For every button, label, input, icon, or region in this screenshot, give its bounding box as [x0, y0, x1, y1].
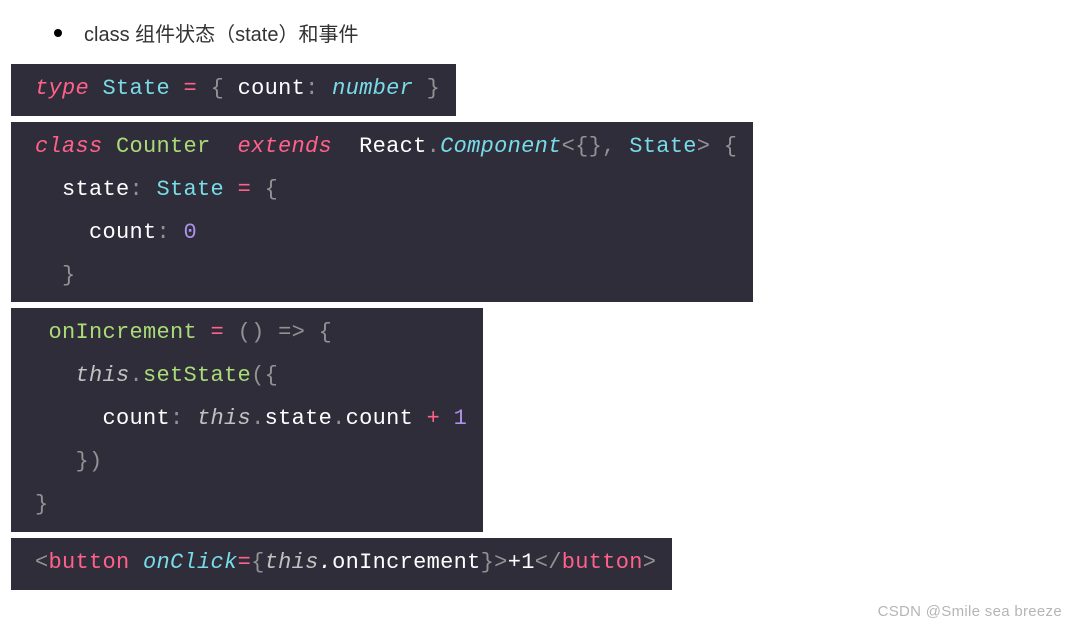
heading-text: class 组件状态（state）和事件 [84, 18, 358, 47]
class-name-counter: Counter [103, 134, 225, 159]
comma: , [602, 134, 629, 159]
jsx-close-gt: > [643, 550, 657, 575]
generic-close: > [697, 134, 711, 159]
punct-colon: : [305, 76, 332, 101]
section-heading: class 组件状态（state）和事件 [0, 0, 1080, 61]
jsx-text: +1 [508, 550, 535, 575]
rbrace: } [62, 263, 76, 288]
indent [35, 263, 62, 288]
type-name-state: State [103, 76, 171, 101]
code-block-method: onIncrement = () => { this.setState({ co… [11, 308, 483, 531]
prop-count: count [89, 220, 157, 245]
method-setstate: setState [143, 363, 251, 388]
indent [35, 320, 49, 345]
operator-eq: = [170, 76, 211, 101]
rbrace: } [76, 449, 90, 474]
number-one: 1 [454, 406, 468, 431]
bullet-icon [54, 29, 62, 37]
code-block-jsx: <button onClick={this.onIncrement}>+1</b… [11, 538, 672, 590]
indent [35, 177, 62, 202]
dot: . [319, 550, 333, 575]
keyword-this: this [265, 550, 319, 575]
prop-count: count [224, 76, 305, 101]
tag-button: button [49, 550, 130, 575]
keyword-this: this [76, 363, 130, 388]
prop-count: count [346, 406, 414, 431]
colon: : [130, 177, 157, 202]
open-brace: { [710, 134, 737, 159]
indent [35, 406, 103, 431]
space [130, 550, 144, 575]
jsx-lt: < [35, 550, 49, 575]
indent [35, 449, 76, 474]
empty-obj: {} [575, 134, 602, 159]
jsx-rbrace: } [481, 550, 495, 575]
lbrace: { [265, 177, 279, 202]
generic-open: < [562, 134, 576, 159]
watermark: CSDN @Smile sea breeze [878, 603, 1062, 620]
lbrace: { [265, 363, 279, 388]
jsx-gt: > [494, 550, 508, 575]
eq: = [238, 550, 252, 575]
method-onincrement: onIncrement [49, 320, 198, 345]
arrow: => [265, 320, 319, 345]
operator-eq: = [197, 320, 238, 345]
jsx-close-lt: </ [535, 550, 562, 575]
rbrace-outer: } [35, 492, 49, 517]
prop-state: state [62, 177, 130, 202]
jsx-lbrace: { [251, 550, 265, 575]
tag-button-close: button [562, 550, 643, 575]
lparen: ( [251, 363, 265, 388]
operator-eq: = [224, 177, 265, 202]
lbrace: { [319, 320, 333, 345]
type-number: number [332, 76, 413, 101]
indent [35, 220, 89, 245]
colon: : [170, 406, 197, 431]
prop-count: count [103, 406, 171, 431]
parens: () [238, 320, 265, 345]
dot: . [332, 406, 346, 431]
keyword-type: type [35, 76, 89, 101]
code-block-type-alias: type State = { count: number } [11, 64, 456, 116]
rparen: ) [89, 449, 103, 474]
punct-lbrace: { [211, 76, 225, 101]
keyword-this: this [197, 406, 251, 431]
operator-plus: + [413, 406, 454, 431]
number-zero: 0 [184, 220, 198, 245]
keyword-extends: extends [224, 134, 346, 159]
punct-dot: . [427, 134, 441, 159]
dot: . [251, 406, 265, 431]
code-block-class-decl: class Counter extends React.Component<{}… [11, 122, 753, 303]
indent [35, 363, 76, 388]
identifier-react: React [346, 134, 427, 159]
punct-rbrace: } [413, 76, 440, 101]
colon: : [157, 220, 184, 245]
type-state: State [629, 134, 697, 159]
attr-onclick: onClick [143, 550, 238, 575]
dot: . [130, 363, 144, 388]
keyword-class: class [35, 134, 103, 159]
type-component: Component [440, 134, 562, 159]
type-state-2: State [157, 177, 225, 202]
method-ref: onIncrement [332, 550, 481, 575]
prop-state: state [265, 406, 333, 431]
